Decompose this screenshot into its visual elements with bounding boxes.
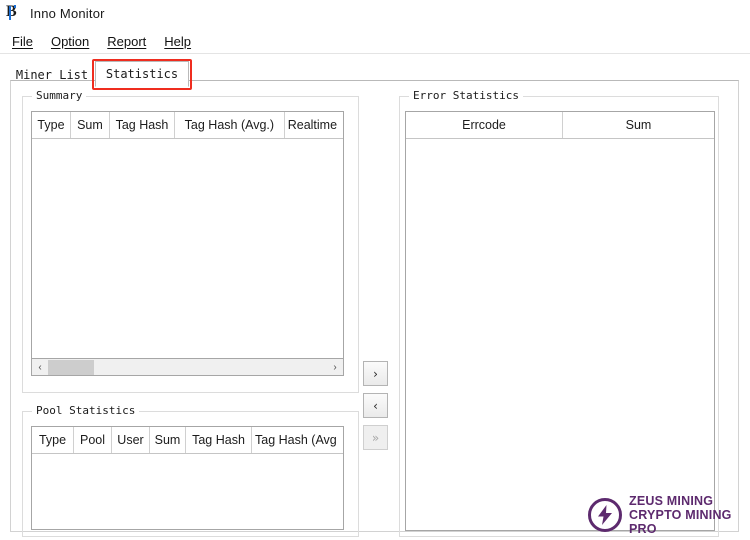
move-prev-button[interactable]: ‹: [363, 393, 388, 418]
column-header-pool-tag-hash-avg[interactable]: Tag Hash (Avg: [252, 427, 342, 453]
menu-item-help[interactable]: Help: [155, 34, 200, 49]
error-statistics-group: Error Statistics Errcode Sum: [399, 96, 719, 537]
application-window: B Inno Monitor File Option Report Help M…: [0, 0, 750, 540]
summary-table: Type Sum Tag Hash Tag Hash (Avg.) Realti…: [31, 111, 344, 359]
column-header-sum[interactable]: Sum: [71, 112, 110, 138]
pool-table-header: Type Pool User Sum Tag Hash Tag Hash (Av…: [32, 427, 343, 454]
summary-table-header: Type Sum Tag Hash Tag Hash (Avg.) Realti…: [32, 112, 343, 139]
column-header-pool-type[interactable]: Type: [32, 427, 74, 453]
menu-item-option[interactable]: Option: [42, 34, 98, 49]
move-next-button[interactable]: ›: [363, 361, 388, 386]
bitcoin-b-icon: B: [6, 5, 22, 21]
menu-item-file[interactable]: File: [3, 34, 42, 49]
summary-table-body: [32, 139, 343, 358]
scroll-right-arrow-icon[interactable]: ›: [327, 360, 343, 375]
column-header-error-sum[interactable]: Sum: [563, 112, 714, 138]
error-table-body: [406, 139, 714, 530]
pool-table-body: [32, 454, 343, 529]
error-statistics-table: Errcode Sum: [405, 111, 715, 531]
column-header-tag-hash[interactable]: Tag Hash: [110, 112, 175, 138]
menu-item-report[interactable]: Report: [98, 34, 155, 49]
scroll-left-arrow-icon[interactable]: ‹: [32, 360, 48, 375]
scrollbar-thumb[interactable]: [48, 360, 94, 375]
pool-statistics-group-title: Pool Statistics: [32, 404, 139, 417]
column-header-pool-sum[interactable]: Sum: [150, 427, 186, 453]
column-header-pool[interactable]: Pool: [74, 427, 112, 453]
pool-statistics-group: Pool Statistics Type Pool User Sum Tag H…: [22, 411, 359, 537]
column-header-tag-hash-avg[interactable]: Tag Hash (Avg.): [175, 112, 285, 138]
column-header-errcode[interactable]: Errcode: [406, 112, 563, 138]
title-bar: B Inno Monitor: [0, 0, 750, 26]
tab-statistics[interactable]: Statistics: [95, 61, 189, 87]
summary-group-title: Summary: [32, 89, 86, 102]
summary-group: Summary Type Sum Tag Hash Tag Hash (Avg.…: [22, 96, 359, 393]
column-header-type[interactable]: Type: [32, 112, 71, 138]
pool-statistics-table: Type Pool User Sum Tag Hash Tag Hash (Av…: [31, 426, 344, 530]
move-all-button: »: [363, 425, 388, 450]
scrollbar-track[interactable]: [48, 360, 327, 375]
column-header-pool-tag-hash[interactable]: Tag Hash: [186, 427, 252, 453]
window-title: Inno Monitor: [30, 6, 105, 21]
column-header-realtime[interactable]: Realtime: [285, 112, 343, 138]
menu-bar: File Option Report Help: [0, 30, 750, 52]
error-statistics-group-title: Error Statistics: [409, 89, 523, 102]
column-header-user[interactable]: User: [112, 427, 150, 453]
error-table-header: Errcode Sum: [406, 112, 714, 139]
summary-horizontal-scrollbar[interactable]: ‹ ›: [31, 359, 344, 376]
